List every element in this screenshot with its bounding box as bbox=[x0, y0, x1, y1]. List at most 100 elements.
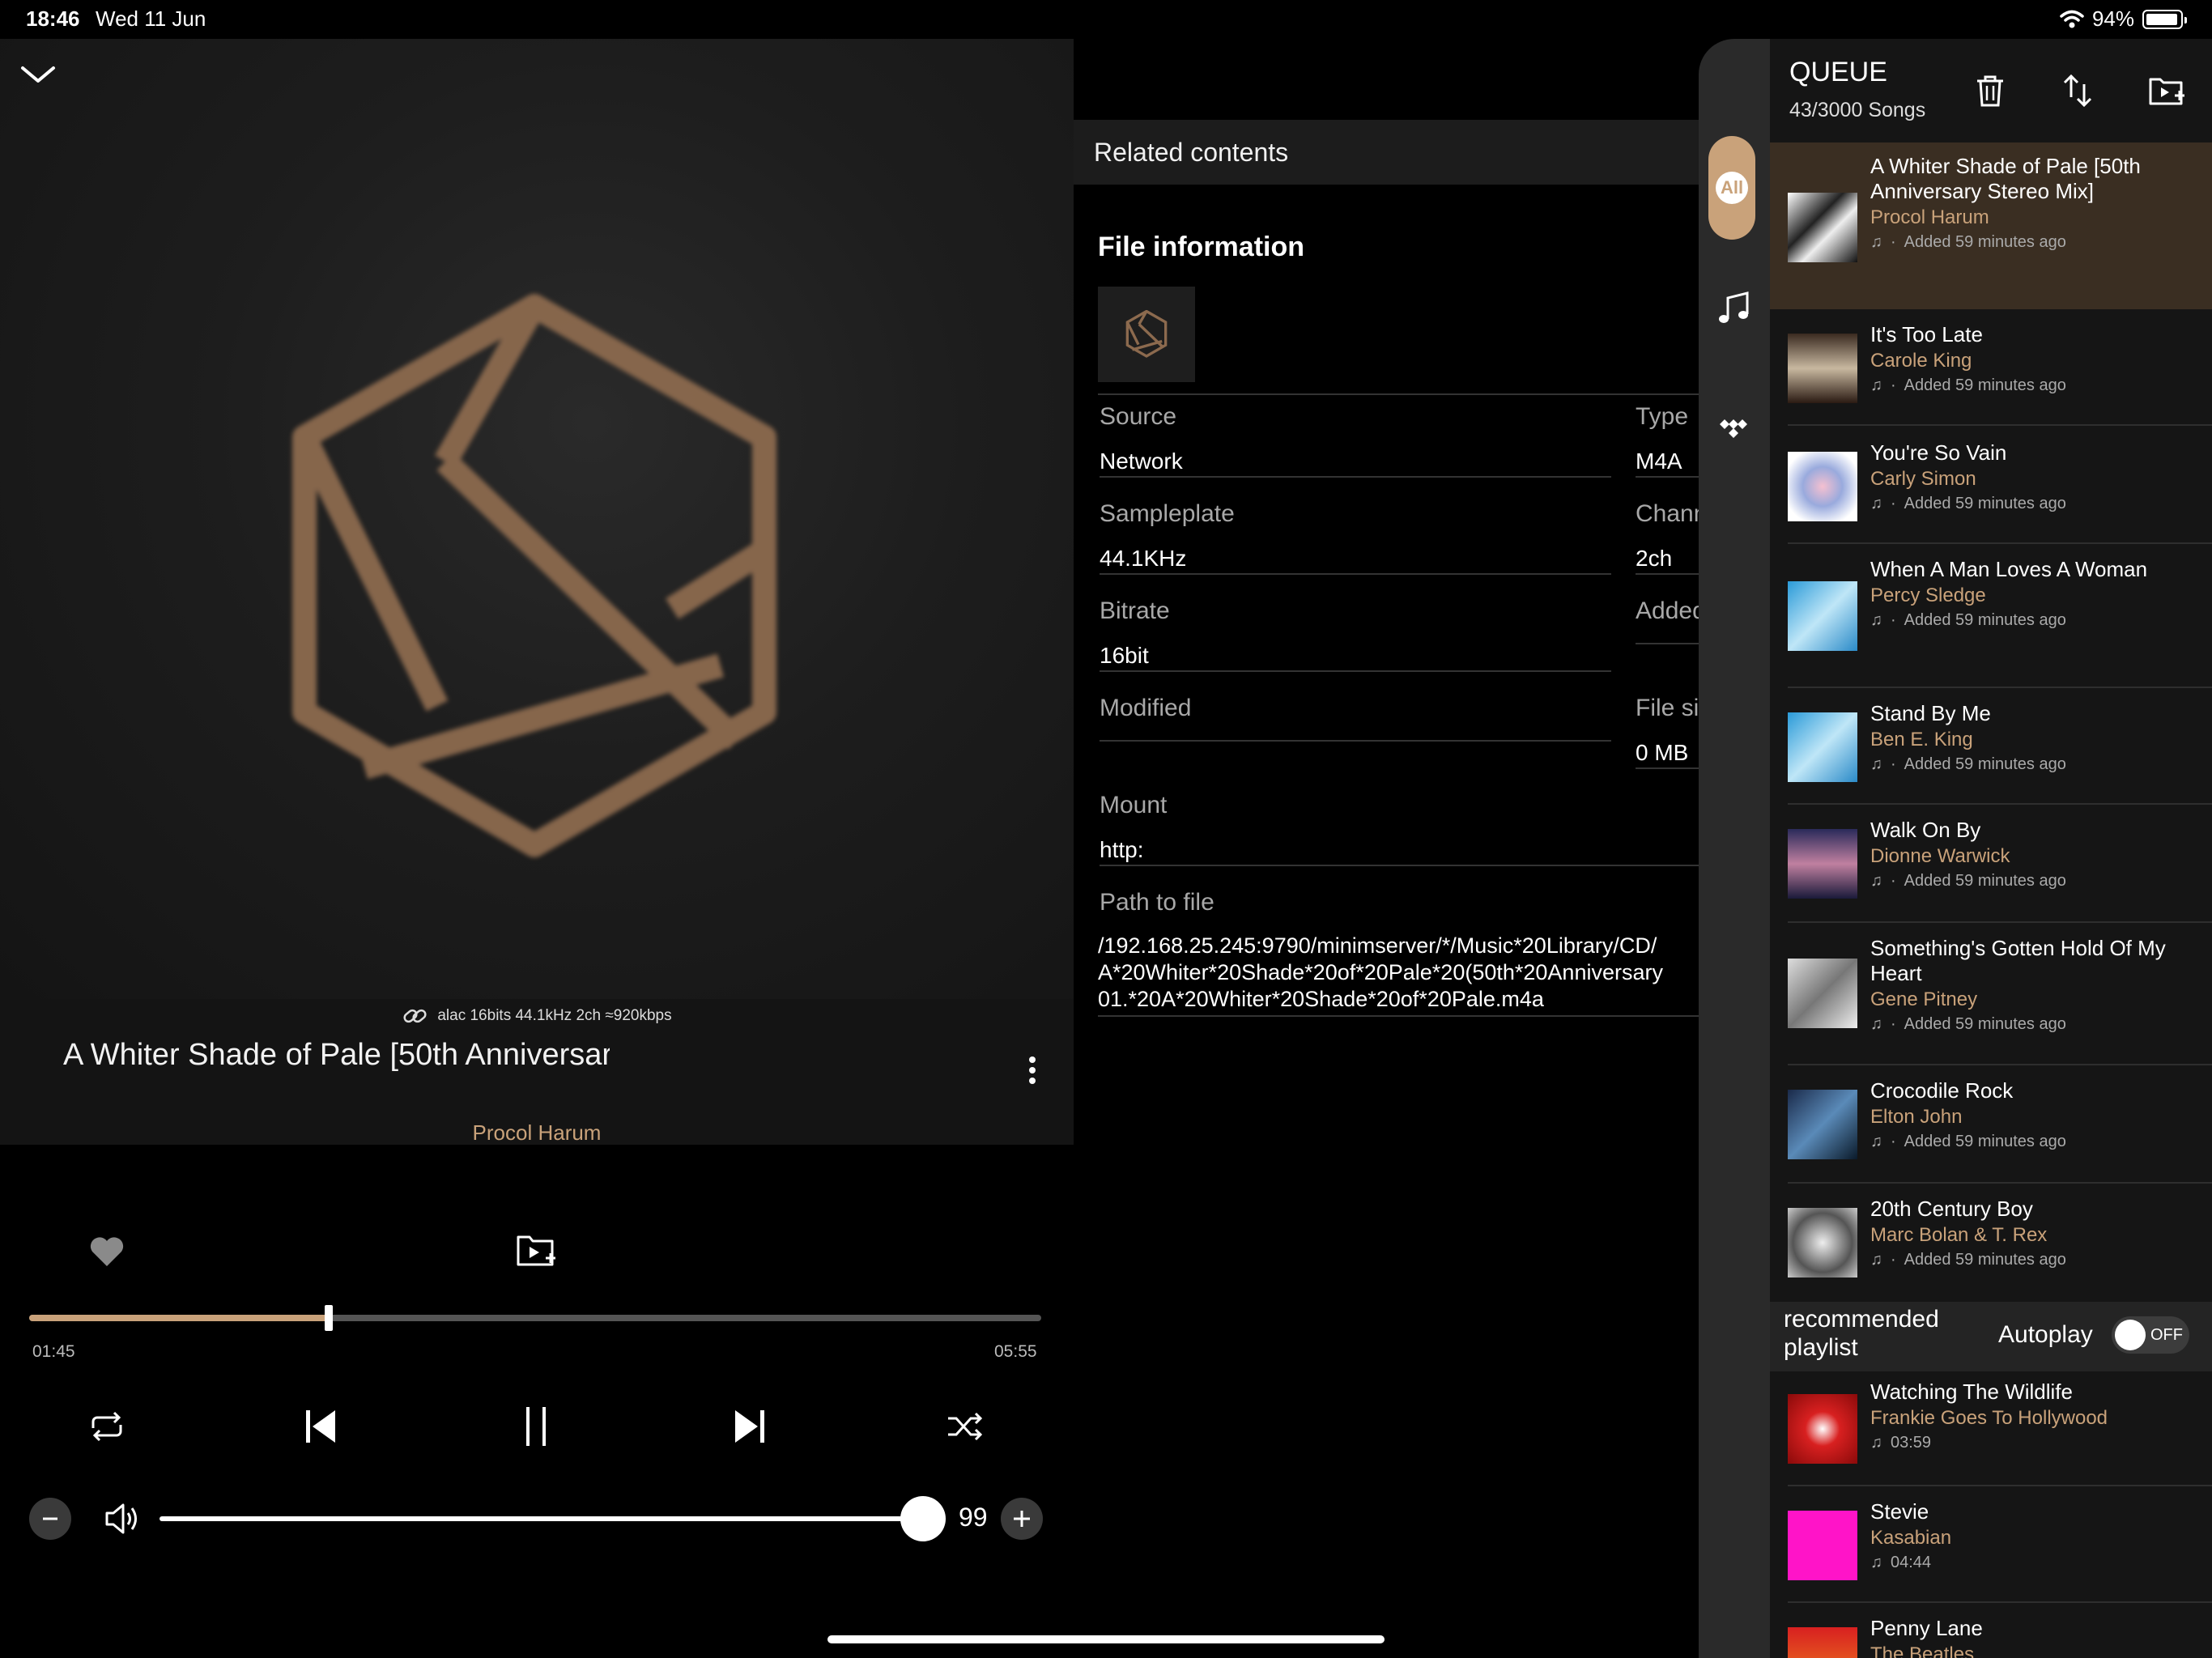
elapsed-time: 01:45 bbox=[32, 1342, 75, 1361]
queue-item[interactable]: A Whiter Shade of Pale [50th Anniversary… bbox=[1770, 142, 2212, 309]
path-line: 01.*20A*20Whiter*20Shade*20of*20Pale.m4a bbox=[1098, 987, 1544, 1011]
song-artist: Elton John bbox=[1870, 1106, 1963, 1128]
divider bbox=[1100, 670, 1611, 672]
recommended-label: recommended playlist bbox=[1784, 1306, 1939, 1361]
album-thumbnail bbox=[1788, 1511, 1857, 1580]
album-thumbnail bbox=[1788, 581, 1857, 651]
recommended-item[interactable]: Stevie Kasabian ♫ 04:44 bbox=[1770, 1486, 2212, 1603]
path-value: /192.168.25.245:9790/minimserver/*/Music… bbox=[1098, 933, 1699, 1013]
heart-icon[interactable] bbox=[87, 1232, 126, 1271]
music-note-icon: ♫ bbox=[1870, 1133, 1882, 1150]
trash-icon[interactable] bbox=[1971, 71, 2010, 110]
more-options-button[interactable] bbox=[1020, 1052, 1044, 1095]
queue-item[interactable]: 20th Century Boy Marc Bolan & T. Rex ♫ · A… bbox=[1770, 1184, 2212, 1302]
source-rail bbox=[1699, 39, 1770, 1658]
pause-button[interactable] bbox=[512, 1402, 560, 1451]
song-meta: Added 59 minutes ago bbox=[1904, 755, 2066, 773]
bullet: · bbox=[1891, 1015, 1896, 1033]
save-queue-icon[interactable] bbox=[2147, 71, 2186, 110]
bullet: · bbox=[1891, 376, 1896, 394]
music-note-icon: ♫ bbox=[1870, 872, 1882, 890]
repeat-icon bbox=[91, 1411, 122, 1442]
recommended-item[interactable]: Watching The Wildlife Frankie Goes To Ho… bbox=[1770, 1371, 2212, 1486]
wifi-icon bbox=[2060, 10, 2084, 28]
filter-all-button[interactable]: All bbox=[1708, 136, 1755, 240]
music-note-icon: ♫ bbox=[1870, 1554, 1882, 1571]
next-button[interactable] bbox=[725, 1402, 774, 1451]
volume-slider[interactable] bbox=[160, 1516, 924, 1521]
music-note-icon: ♫ bbox=[1870, 376, 1882, 394]
format-info: alac 16bits 44.1kHz 2ch ≈920kbps bbox=[0, 1004, 1074, 1028]
song-artist: Carly Simon bbox=[1870, 468, 1976, 490]
volume-handle[interactable] bbox=[900, 1496, 946, 1541]
previous-button[interactable] bbox=[296, 1402, 345, 1451]
divider bbox=[1100, 573, 1611, 575]
song-artist: Kasabian bbox=[1870, 1527, 1952, 1549]
music-note-icon: ♫ bbox=[1870, 755, 1882, 773]
progress-bar[interactable] bbox=[29, 1305, 1041, 1331]
bullet: · bbox=[1891, 1133, 1896, 1150]
album-thumbnail bbox=[1788, 829, 1857, 899]
song-title: Watching The Wildlife bbox=[1870, 1380, 2073, 1404]
volume-up-button[interactable] bbox=[1001, 1498, 1043, 1540]
plus-icon bbox=[1014, 1511, 1030, 1527]
track-title: A Whiter Shade of Pale [50th Anniversary… bbox=[63, 1038, 610, 1072]
skip-back-icon bbox=[306, 1410, 335, 1443]
repeat-button[interactable] bbox=[83, 1402, 131, 1451]
music-note-icon: ♫ bbox=[1870, 1251, 1882, 1269]
queue-item[interactable]: Stand By Me Ben E. King ♫ · Added 59 minut… bbox=[1770, 688, 2212, 805]
music-note-icon: ♫ bbox=[1870, 233, 1882, 251]
toggle-knob bbox=[2115, 1320, 2146, 1350]
queue-item[interactable]: When A Man Loves A Woman Percy Sledge ♫ ·… bbox=[1770, 544, 2212, 688]
sort-icon[interactable] bbox=[2058, 71, 2097, 110]
song-title: It's Too Late bbox=[1870, 322, 1983, 346]
queue-item[interactable]: You're So Vain Carly Simon ♫ · Added 59 mi… bbox=[1770, 426, 2212, 544]
song-duration: 04:44 bbox=[1891, 1554, 1932, 1571]
source-label: Source bbox=[1100, 403, 1177, 430]
shuffle-button[interactable] bbox=[941, 1402, 989, 1451]
format-text: alac 16bits 44.1kHz 2ch ≈920kbps bbox=[437, 1007, 672, 1024]
autoplay-toggle[interactable]: OFF bbox=[2112, 1316, 2189, 1354]
song-meta: Added 59 minutes ago bbox=[1904, 495, 2066, 512]
divider bbox=[1100, 865, 1699, 866]
home-indicator[interactable] bbox=[827, 1635, 1385, 1643]
album-thumbnail bbox=[1788, 1627, 1857, 1658]
song-meta: Added 59 minutes ago bbox=[1904, 1015, 2066, 1033]
tidal-icon[interactable] bbox=[1713, 410, 1754, 450]
album-thumbnail bbox=[1788, 334, 1857, 403]
file-information-title: File information bbox=[1098, 232, 1304, 262]
volume-value: 99 bbox=[959, 1503, 988, 1532]
queue-item[interactable]: Something's Gotten Hold Of My Heart Gene… bbox=[1770, 923, 2212, 1065]
track-artist[interactable]: Procol Harum bbox=[0, 1120, 1074, 1146]
divider bbox=[1098, 1015, 1699, 1017]
divider bbox=[1636, 573, 1699, 575]
progress-fill bbox=[29, 1315, 329, 1321]
queue-item[interactable]: Crocodile Rock Elton John ♫ · Added 59 min… bbox=[1770, 1065, 2212, 1184]
mount-label: Mount bbox=[1100, 792, 1168, 818]
battery-percent: 94% bbox=[2091, 6, 2134, 31]
song-meta: Added 59 minutes ago bbox=[1904, 233, 2066, 251]
divider bbox=[1636, 767, 1699, 769]
song-meta: Added 59 minutes ago bbox=[1904, 1133, 2066, 1150]
music-note-icon[interactable] bbox=[1713, 288, 1754, 329]
song-meta: Added 59 minutes ago bbox=[1904, 611, 2066, 629]
path-line: /192.168.25.245:9790/minimserver/*/Music… bbox=[1098, 933, 1657, 958]
volume-down-button[interactable] bbox=[29, 1498, 71, 1540]
song-artist: Dionne Warwick bbox=[1870, 845, 2010, 867]
samplerate-value: 44.1KHz bbox=[1100, 546, 1187, 571]
queue-item[interactable]: It's Too Late Carole King ♫ · Added 59 min… bbox=[1770, 309, 2212, 426]
divider bbox=[1100, 476, 1611, 478]
song-artist: Frankie Goes To Hollywood bbox=[1870, 1407, 2108, 1429]
progress-handle[interactable] bbox=[325, 1305, 333, 1331]
shuffle-icon bbox=[948, 1412, 983, 1441]
song-duration: 03:59 bbox=[1891, 1434, 1932, 1452]
source-value: Network bbox=[1100, 449, 1183, 474]
song-title: Stand By Me bbox=[1870, 701, 1991, 725]
queue-item[interactable]: Walk On By Dionne Warwick ♫ · Added 59 min… bbox=[1770, 805, 2212, 923]
bullet: · bbox=[1891, 1251, 1896, 1269]
music-note-icon: ♫ bbox=[1870, 611, 1882, 629]
recommended-item[interactable]: Penny Lane The Beatles bbox=[1770, 1603, 2212, 1658]
skip-forward-icon bbox=[735, 1410, 764, 1443]
add-to-playlist-icon[interactable] bbox=[515, 1231, 557, 1271]
chevron-down-icon[interactable] bbox=[18, 58, 58, 91]
